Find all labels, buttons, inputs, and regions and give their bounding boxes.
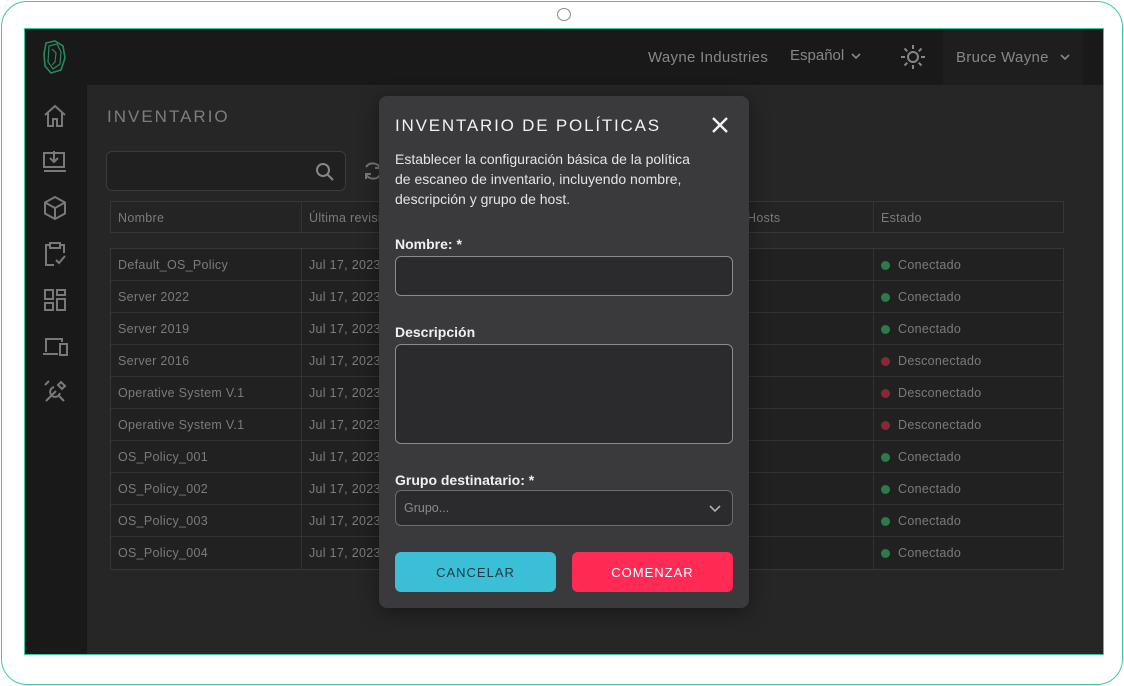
name-field-label: Nombre: * — [395, 236, 462, 252]
description-field[interactable] — [395, 344, 733, 444]
camera — [557, 8, 571, 21]
tablet-frame: Wayne Industries Español Bruce Wayne INV… — [1, 1, 1123, 685]
modal-description: Establecer la configuración básica de la… — [395, 151, 690, 207]
start-button[interactable]: COMENZAR — [572, 552, 733, 592]
chevron-down-icon — [709, 505, 721, 513]
app-screen: Wayne Industries Español Bruce Wayne INV… — [24, 28, 1104, 655]
cancel-button[interactable]: CANCELAR — [395, 552, 556, 592]
target-group-select[interactable]: Grupo... — [395, 490, 733, 526]
policy-inventory-modal: INVENTARIO DE POLÍTICAS Establecer la co… — [379, 96, 749, 608]
close-icon[interactable] — [709, 114, 731, 136]
description-field-label: Descripción — [395, 324, 476, 340]
modal-title: INVENTARIO DE POLÍTICAS — [395, 116, 661, 135]
target-group-placeholder: Grupo... — [404, 501, 450, 515]
target-group-label: Grupo destinatario: * — [395, 472, 535, 488]
name-field[interactable] — [395, 256, 733, 296]
